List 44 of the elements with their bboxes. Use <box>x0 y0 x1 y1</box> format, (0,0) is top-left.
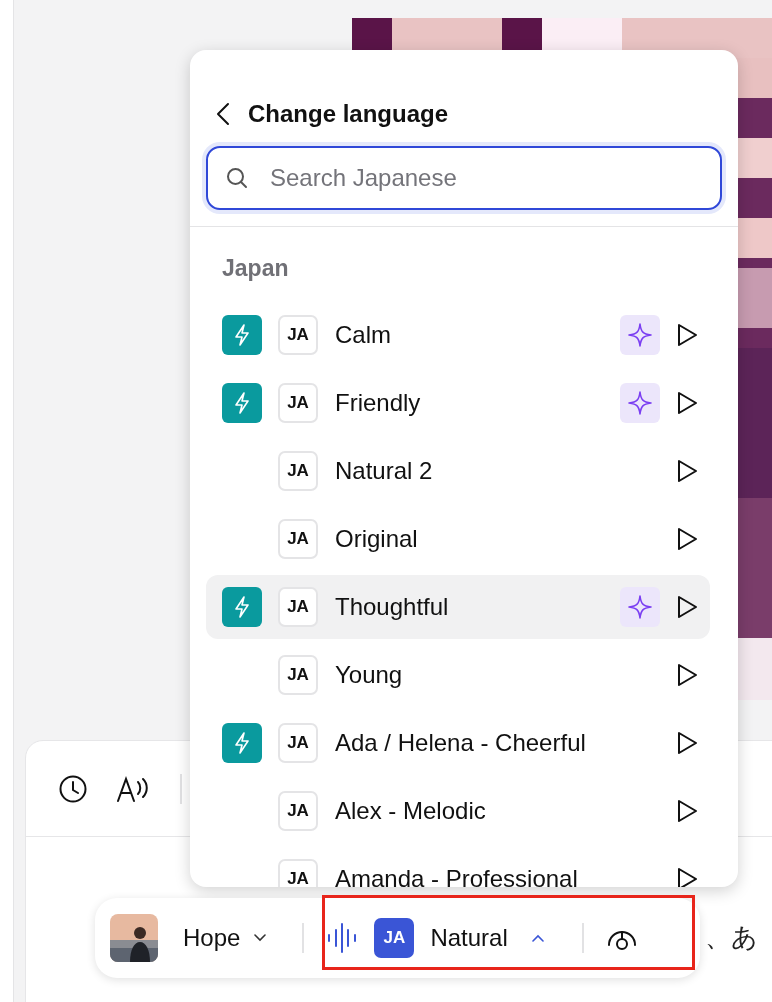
voice-name: Friendly <box>335 388 422 418</box>
play-icon[interactable] <box>676 799 698 823</box>
language-badge: JA <box>278 519 318 559</box>
speaker-dropdown[interactable]: Hope <box>183 920 267 956</box>
voice-name: Natural 2 <box>335 456 434 486</box>
voice-item[interactable]: JA Natural 2 <box>206 439 710 503</box>
voice-name: Calm <box>335 320 392 350</box>
voice-item[interactable]: JA Friendly <box>206 371 710 435</box>
voice-name: Alex - Melodic <box>335 796 487 826</box>
menu-title: Change language <box>248 99 449 129</box>
language-badge: JA <box>278 587 318 627</box>
voice-style-dropdown[interactable]: JA Natural <box>374 918 544 958</box>
voice-item[interactable]: JA Alex - Melodic <box>206 779 710 843</box>
play-icon[interactable] <box>676 595 698 619</box>
voice-item[interactable]: JA Original <box>206 507 710 571</box>
play-icon[interactable] <box>676 459 698 483</box>
voice-name: Ada / Helena - Cheerful <box>335 728 587 758</box>
voice-item[interactable]: JA Ada / Helena - Cheerful <box>206 711 710 775</box>
language-badge: JA <box>278 315 318 355</box>
back-icon[interactable] <box>216 102 230 126</box>
voice-item[interactable]: JA Young <box>206 643 710 707</box>
play-icon[interactable] <box>676 731 698 755</box>
language-badge: JA <box>278 859 318 887</box>
clock-icon[interactable] <box>58 773 88 804</box>
waveform-icon <box>326 922 359 954</box>
language-badge: JA <box>278 451 318 491</box>
language-badge: JA <box>278 723 318 763</box>
voice-name: Young <box>335 660 404 690</box>
group-heading: Japan <box>221 254 290 283</box>
voice-name: Thoughtful <box>335 592 450 622</box>
language-badge: JA <box>278 791 318 831</box>
play-icon[interactable] <box>676 527 698 551</box>
language-badge: JA <box>278 655 318 695</box>
search-field[interactable]: Search Japanese <box>206 146 722 210</box>
play-icon[interactable] <box>676 391 698 415</box>
play-icon[interactable] <box>676 663 698 687</box>
play-icon[interactable] <box>676 323 698 347</box>
voice-name: Amanda - Professional <box>335 864 579 887</box>
play-icon[interactable] <box>676 867 698 887</box>
voice-name: Original <box>335 524 419 554</box>
language-badge: JA <box>278 383 318 423</box>
editor-text: 、あ <box>705 921 758 954</box>
voice-item[interactable]: JA Calm <box>206 303 710 367</box>
voice-item[interactable]: JA Thoughtful <box>206 575 710 639</box>
